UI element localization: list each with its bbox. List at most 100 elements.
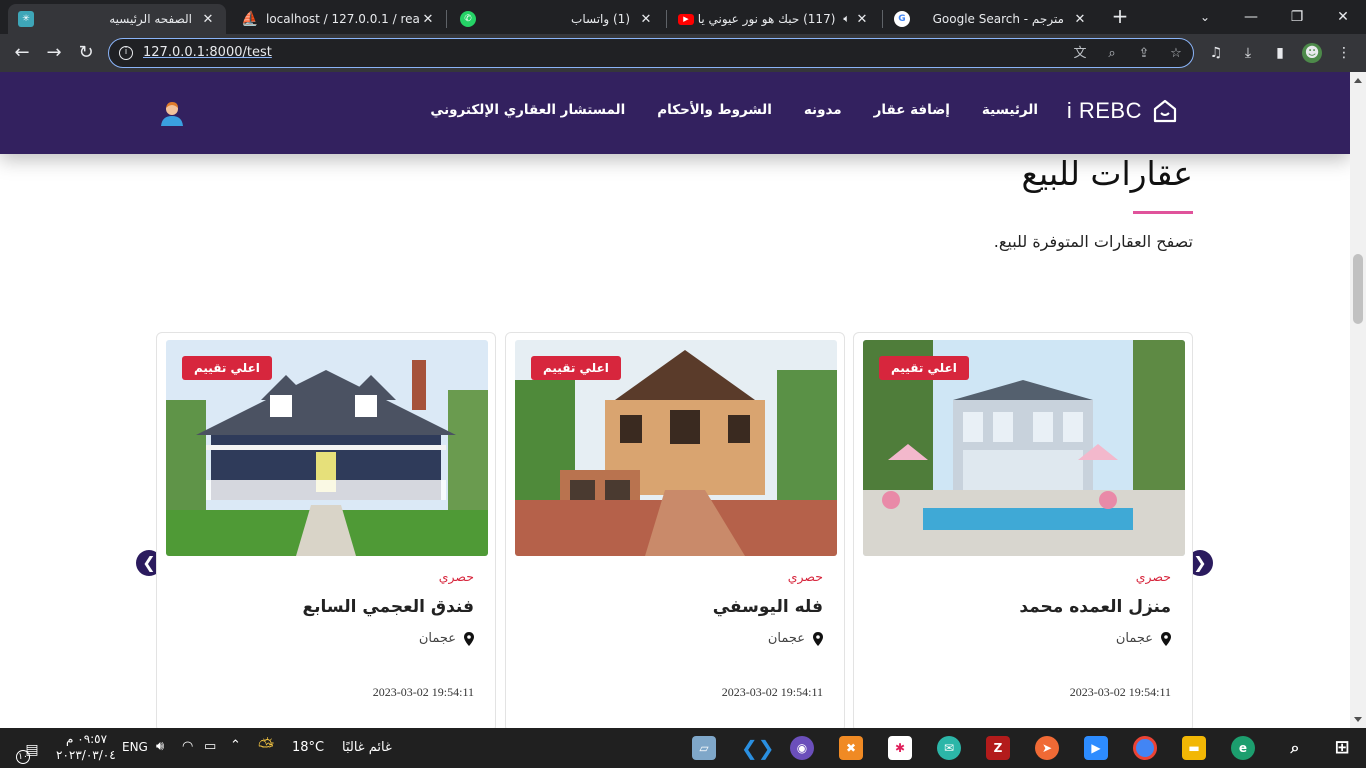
browser-menu-icon[interactable]: ⋮ (1334, 43, 1354, 63)
location-text: عجمان (1115, 631, 1153, 646)
site-favicon-icon: ✳ (18, 11, 34, 27)
reload-icon[interactable]: ↻ (74, 41, 98, 65)
tab-phpmyadmin[interactable]: ⛵ localhost / 127.0.0.1 / real_estate ✕ (232, 4, 446, 34)
section-title: عقارات للبيع (1021, 154, 1193, 193)
language-indicator[interactable]: ENG (122, 740, 148, 754)
show-hidden-icons-chevron-icon[interactable]: ⌃ (230, 738, 241, 753)
restore-button[interactable]: ❐ (1274, 0, 1320, 34)
volume-icon[interactable]: 🔊︎ (156, 739, 164, 754)
back-arrow-icon[interactable]: ← (10, 41, 34, 65)
windows-start-icon[interactable]: ⊞ (1330, 736, 1354, 760)
tab-separator (446, 10, 447, 28)
close-window-button[interactable]: ✕ (1320, 0, 1366, 34)
google-icon: G (894, 11, 910, 27)
phpmyadmin-icon: ⛵ (241, 11, 259, 27)
nav-link-terms[interactable]: الشروط والأحكام (657, 102, 772, 118)
search-icon[interactable]: ⌕ (1283, 736, 1307, 760)
audio-playing-icon[interactable]: 🔈︎ (843, 12, 850, 26)
property-card[interactable]: اعلي تقييم حصري فله اليوسفي عجمان 2023-0… (505, 332, 845, 728)
share-icon[interactable]: ⇪ (1135, 45, 1153, 63)
weather-cloud-sun-icon[interactable]: ⛅︎ (258, 734, 274, 758)
windows-taskbar: ▤ ١٠ ٠٩:٥٧ م ٢٠٢٣/٠٣/٠٤ ENG 🔊︎ ◠ ▭ ⌃ ⛅︎ … (0, 728, 1366, 768)
tab-title: localhost / 127.0.0.1 / real_estate (266, 12, 420, 26)
github-desktop-icon[interactable]: ◉ (790, 736, 814, 760)
weather-description[interactable]: غائم غالبًا (342, 740, 392, 755)
top-rated-badge: اعلي تقييم (182, 356, 272, 380)
property-title[interactable]: منزل العمده محمد (1019, 597, 1171, 617)
location-text: عجمان (418, 631, 456, 646)
mail-app-icon[interactable]: ✉ (937, 736, 961, 760)
close-tab-icon[interactable]: ✕ (200, 12, 216, 27)
weather-temperature[interactable]: 18°C (292, 740, 324, 755)
profile-avatar-icon[interactable]: ☻ (1302, 43, 1322, 63)
edge-icon[interactable]: e (1231, 736, 1255, 760)
zoom-icon[interactable]: ⌕ (1103, 45, 1121, 63)
tab-title: (1) واتساب (571, 12, 630, 26)
top-rated-badge: اعلي تقييم (531, 356, 621, 380)
notification-count-badge: ١٠ (16, 750, 30, 764)
scroll-down-arrow-icon[interactable] (1354, 717, 1362, 722)
bookmark-star-icon[interactable]: ☆ (1167, 45, 1185, 63)
site-info-icon[interactable]: i (119, 46, 133, 60)
side-panel-icon[interactable]: ▮ (1270, 43, 1290, 63)
exclusive-tag: حصري (787, 569, 823, 584)
property-title[interactable]: فندق العجمي السابع (303, 597, 474, 617)
property-location: عجمان (1116, 631, 1171, 646)
close-tab-icon[interactable]: ✕ (854, 12, 870, 27)
tab-youtube[interactable]: ▶ (117) حبك هو نور عيوني يا 🔈︎ ✕ (668, 4, 880, 34)
scrollbar-thumb[interactable] (1353, 254, 1363, 324)
tab-title: الصفحه الرئيسيه (109, 12, 192, 26)
address-bar[interactable]: i 127.0.0.1:8000/test 文 ⌕ ⇪ ☆ (108, 38, 1194, 68)
filezilla-icon[interactable]: Z (986, 736, 1010, 760)
clock-time[interactable]: ٠٩:٥٧ م (66, 732, 107, 746)
nav-link-blog[interactable]: مدونه (804, 102, 842, 118)
download-icon[interactable]: ⤓ (1238, 43, 1258, 63)
scroll-up-arrow-icon[interactable] (1354, 78, 1362, 83)
postman-icon[interactable]: ➤ (1035, 736, 1059, 760)
tab-search-button[interactable]: ⌄ (1182, 0, 1228, 34)
site-logo[interactable]: i REBC (1067, 98, 1178, 124)
browser-tab-strip: ✳ الصفحه الرئيسيه ✕ ⛵ localhost / 127.0.… (0, 0, 1366, 34)
location-pin-icon (464, 631, 474, 646)
nav-link-add-property[interactable]: إضافة عقار (874, 102, 950, 118)
xampp-icon[interactable]: ✖ (839, 736, 863, 760)
property-location: عجمان (419, 631, 474, 646)
property-location: عجمان (768, 631, 823, 646)
close-tab-icon[interactable]: ✕ (1072, 12, 1088, 27)
battery-icon[interactable]: ▭ (204, 739, 216, 754)
property-card[interactable]: اعلي تقييم حصري منزل العمده محمد عجمان 2… (853, 332, 1193, 728)
page-viewport: i REBC الرئيسية إضافة عقار مدونه الشروط … (0, 72, 1350, 728)
nav-link-advisor[interactable]: المستشار العقاري الإلكتروني (430, 102, 625, 118)
exclusive-tag: حصري (438, 569, 474, 584)
property-title[interactable]: فله اليوسفي (713, 597, 823, 617)
clock-date[interactable]: ٢٠٢٣/٠٣/٠٤ (56, 748, 116, 762)
file-explorer-icon[interactable]: ▬ (1182, 736, 1206, 760)
chrome-icon[interactable] (1133, 736, 1157, 760)
url-text[interactable]: 127.0.0.1:8000/test (143, 45, 272, 60)
tab-whatsapp[interactable]: ✆ (1) واتساب ✕ (450, 4, 664, 34)
slack-icon[interactable]: ✱ (888, 736, 912, 760)
location-text: عجمان (767, 631, 805, 646)
house-logo-icon (1153, 99, 1177, 123)
section-subtitle: تصفح العقارات المتوفرة للبيع. (993, 232, 1193, 251)
wifi-icon[interactable]: ◠ (182, 739, 193, 754)
zoom-app-icon[interactable]: ▶ (1084, 736, 1108, 760)
nav-link-home[interactable]: الرئيسية (982, 102, 1038, 118)
minimize-button[interactable]: — (1228, 0, 1274, 34)
youtube-icon: ▶ (678, 13, 694, 25)
user-account-icon[interactable] (158, 99, 186, 127)
tab-home[interactable]: ✳ الصفحه الرئيسيه ✕ (8, 4, 226, 34)
media-controls-icon[interactable]: ♫ (1206, 43, 1226, 63)
translate-icon[interactable]: 文 (1071, 45, 1089, 63)
browser-toolbar: ← → ↻ i 127.0.0.1:8000/test 文 ⌕ ⇪ ☆ ♫ ⤓ … (0, 34, 1366, 72)
new-tab-button[interactable]: + (1110, 6, 1130, 26)
close-tab-icon[interactable]: ✕ (420, 12, 436, 27)
property-card[interactable]: اعلي تقييم حصري فندق العجمي السابع عجمان… (156, 332, 496, 728)
notes-app-icon[interactable]: ▱ (692, 736, 716, 760)
tab-google-search[interactable]: G مترجم - Google Search ✕ (884, 4, 1098, 34)
forward-arrow-icon[interactable]: → (42, 41, 66, 65)
site-navbar: i REBC الرئيسية إضافة عقار مدونه الشروط … (0, 72, 1350, 154)
page-scrollbar[interactable] (1350, 72, 1366, 728)
close-tab-icon[interactable]: ✕ (638, 12, 654, 27)
vscode-icon[interactable]: ❮❯ (741, 736, 775, 760)
